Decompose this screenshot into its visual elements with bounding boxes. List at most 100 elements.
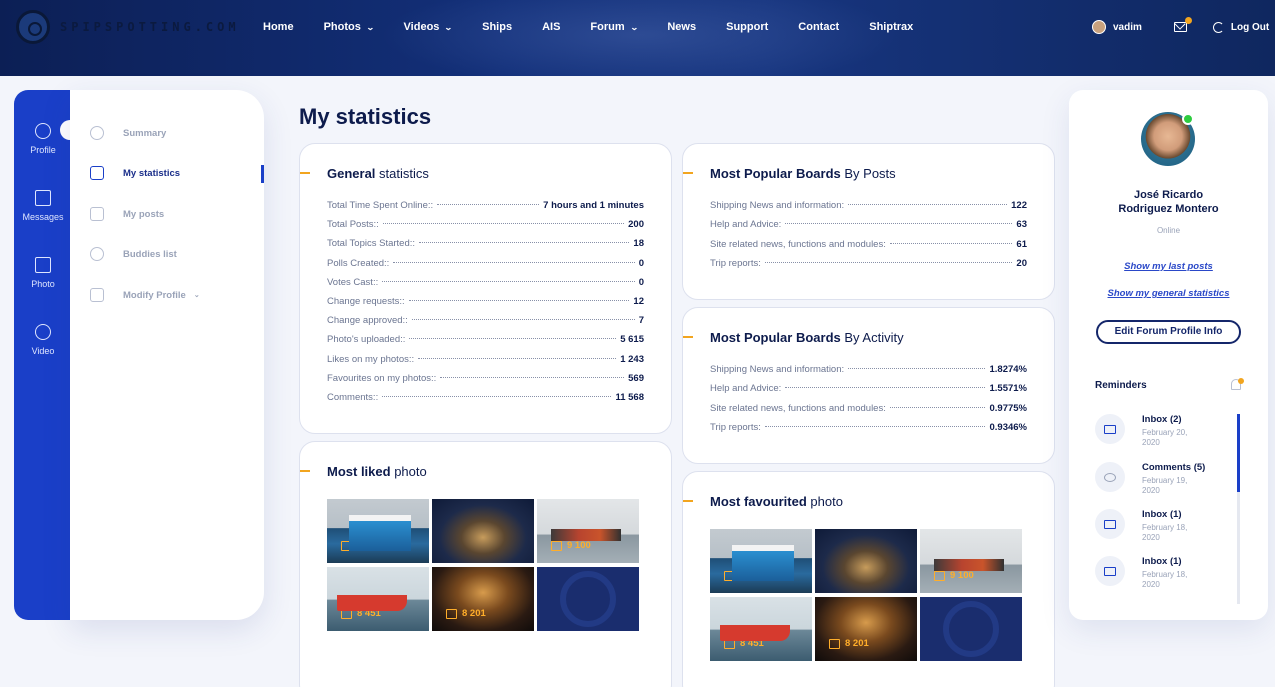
side-rail: Profile Messages Photo Video: [14, 90, 76, 620]
user-avatar[interactable]: [1092, 20, 1106, 34]
dotted-leader: [785, 223, 1013, 225]
stat-value: 5 615: [620, 334, 644, 346]
stat-label: Comments::: [327, 392, 379, 403]
stat-value: 0: [638, 276, 644, 288]
title-accent: [683, 336, 693, 338]
site-logo[interactable]: SPIPSPOTTING.COM: [16, 10, 240, 44]
card-title: Most Popular Boards By Activity: [710, 330, 904, 345]
stat-label: Trip reports:: [710, 421, 761, 433]
nav-support[interactable]: Support: [726, 21, 768, 33]
stat-label: Change requests::: [327, 296, 405, 307]
user-area: vadim Log Out: [1092, 17, 1270, 34]
stat-label: Site related news, functions and modules…: [710, 402, 886, 414]
top-navbar: SPIPSPOTTING.COM Home Photos ⌄ Videos ⌄ Sh…: [0, 0, 1275, 76]
photo-thumb[interactable]: [432, 499, 534, 563]
chat-icon: [1095, 509, 1125, 539]
nav-forum[interactable]: Forum ⌄: [590, 21, 638, 33]
reminder-item[interactable]: Inbox (2) February 20, 2020: [1095, 414, 1202, 448]
photo-thumb[interactable]: 10 234: [327, 499, 429, 563]
photo-thumb[interactable]: [815, 529, 917, 593]
photo-placeholder[interactable]: [920, 597, 1022, 661]
photo-thumb[interactable]: 9 100: [537, 499, 639, 563]
nav-contact[interactable]: Contact: [798, 21, 839, 33]
stat-label: Favourites on my photos::: [327, 372, 437, 384]
stat-label: Site related news, functions and modules…: [710, 238, 886, 250]
chevron-down-icon: ⌄: [444, 22, 454, 32]
stat-value: 63: [1016, 219, 1027, 231]
photo-thumb[interactable]: 8 451: [710, 597, 812, 661]
photo-thumb[interactable]: 8 451: [327, 567, 429, 631]
profile-submenu: Summary My statistics My posts Buddies l…: [70, 90, 264, 620]
most-favourited-photo-card: Most favourited photo 10 234 9 100 8 451…: [682, 471, 1055, 687]
boards-by-posts-card: Most Popular Boards By Posts Shipping Ne…: [682, 143, 1055, 300]
nav-ais[interactable]: AIS: [542, 21, 560, 33]
logo-text: SPIPSPOTTING.COM: [60, 20, 240, 34]
stat-row: Favourites on my photos:: 569: [327, 373, 644, 384]
title-accent: [683, 500, 693, 502]
nav-news[interactable]: News: [667, 21, 696, 33]
dotted-leader: [409, 338, 617, 340]
nav-photos[interactable]: Photos ⌄: [324, 21, 375, 33]
submenu-modify-profile[interactable]: Modify Profile ⌄: [90, 288, 200, 302]
stat-value: 7: [638, 315, 644, 327]
edit-profile-icon: [90, 288, 104, 302]
profile-icon: [35, 123, 51, 139]
photo-thumb[interactable]: 10 234: [710, 529, 812, 593]
rail-item-video[interactable]: Video: [14, 324, 72, 356]
reminder-item[interactable]: Inbox (1) February 18, 2020: [1095, 509, 1202, 543]
likes-count: 8 451: [724, 638, 764, 649]
dotted-leader: [382, 280, 635, 282]
chart-icon: [90, 166, 104, 180]
submenu-summary[interactable]: Summary: [90, 126, 166, 140]
nav-videos[interactable]: Videos ⌄: [404, 21, 454, 33]
photo-thumb[interactable]: 9 100: [920, 529, 1022, 593]
dotted-leader: [411, 319, 635, 321]
submenu-my-posts[interactable]: My posts: [90, 207, 164, 221]
stat-value: 0.9346%: [989, 421, 1027, 433]
show-general-statistics-link[interactable]: Show my general statistics: [1069, 288, 1268, 299]
show-last-posts-link[interactable]: Show my last posts: [1069, 261, 1268, 272]
rail-item-photo[interactable]: Photo: [14, 257, 72, 289]
likes-count: 10 234: [341, 540, 386, 551]
logout-button[interactable]: Log Out: [1212, 21, 1270, 33]
chevron-down-icon: ⌄: [193, 292, 200, 299]
stat-value: 18: [633, 238, 644, 250]
stat-row: Site related news, functions and modules…: [710, 239, 1027, 250]
card-title: Most favourited photo: [710, 494, 843, 509]
stat-label: Shipping News and information:: [710, 200, 845, 211]
photo-thumb[interactable]: 8 201: [815, 597, 917, 661]
likes-count: 10 234: [724, 570, 769, 581]
submenu-my-statistics[interactable]: My statistics: [90, 166, 180, 180]
title-accent: [683, 172, 693, 174]
stat-row: Total Time Spent Online:: 7 hours and 1 m…: [327, 200, 644, 211]
photo-thumb[interactable]: 8 201: [432, 567, 534, 631]
likes-count: 8 201: [446, 608, 486, 619]
stat-value: 7 hours and 1 minutes: [543, 200, 644, 211]
notification-badge: [1238, 378, 1244, 384]
profile-status: Online: [1156, 226, 1181, 235]
reminder-item[interactable]: Comments (5) February 19, 2020: [1095, 462, 1205, 496]
dotted-leader: [848, 368, 986, 369]
edit-forum-profile-button[interactable]: Edit Forum Profile Info: [1096, 320, 1241, 344]
stat-row: Change requests:: 12: [327, 296, 644, 307]
mail-icon[interactable]: [1173, 17, 1192, 32]
likes-count: 9 100: [934, 570, 974, 581]
nav-shiptrax[interactable]: Shiptrax: [869, 21, 913, 33]
nav-home[interactable]: Home: [263, 21, 294, 33]
stat-value: 1 243: [620, 353, 644, 365]
reminders-scroll-thumb[interactable]: [1237, 414, 1240, 492]
rail-item-profile[interactable]: Profile: [14, 123, 72, 155]
dotted-leader: [764, 425, 986, 427]
username[interactable]: vadim: [1113, 22, 1142, 33]
nav-ships[interactable]: Ships: [482, 21, 512, 33]
stat-label: Likes on my photos::: [327, 353, 415, 365]
logout-label: Log Out: [1230, 21, 1270, 33]
document-icon: [90, 207, 104, 221]
reminder-item[interactable]: Inbox (1) February 18, 2020: [1095, 556, 1202, 590]
stat-row: Total Posts:: 200: [327, 219, 644, 230]
photo-placeholder[interactable]: [537, 567, 639, 631]
submenu-buddies-list[interactable]: Buddies list: [90, 247, 177, 261]
user-icon: [90, 126, 104, 140]
likes-count: 8 451: [341, 608, 381, 619]
rail-item-messages[interactable]: Messages: [14, 190, 72, 222]
